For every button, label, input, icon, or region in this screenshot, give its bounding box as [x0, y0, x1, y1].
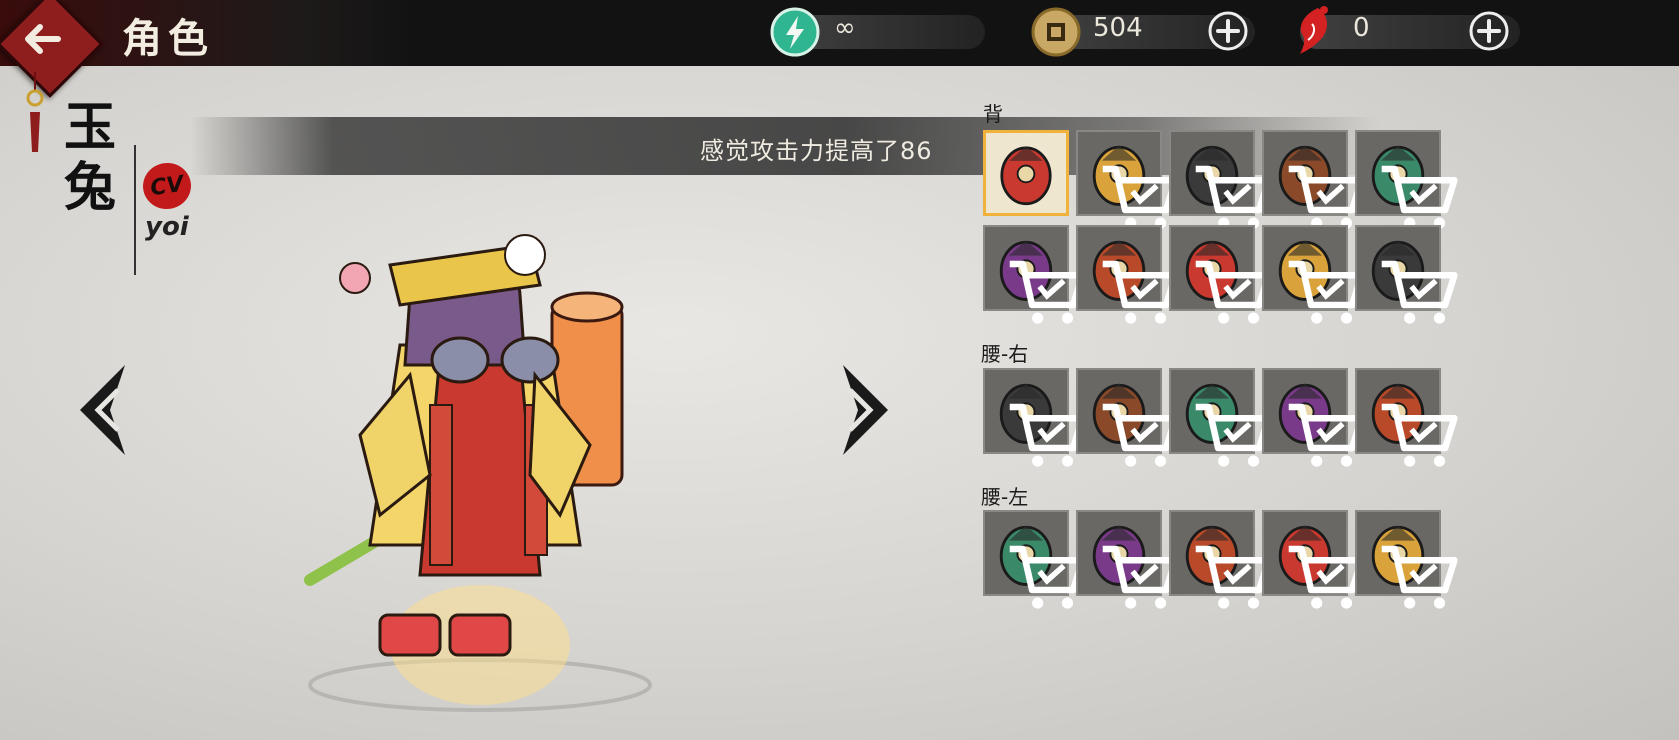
- equip-slot[interactable]: [1169, 368, 1272, 467]
- shopping-cart-icon: [1381, 260, 1458, 324]
- equip-slot[interactable]: [1076, 225, 1179, 324]
- character-name: 玉兔: [64, 97, 117, 218]
- cv-name: yoi: [145, 212, 189, 242]
- equip-slot[interactable]: [1169, 130, 1272, 229]
- equip-slot[interactable]: [983, 225, 1086, 324]
- page-title: 角色: [122, 15, 214, 62]
- section-label-waist-right: 腰-右: [981, 342, 1029, 366]
- add-red-gem-button[interactable]: [1468, 10, 1510, 52]
- tassel-ornament-icon: [26, 72, 44, 152]
- equip-slot[interactable]: [1076, 130, 1179, 229]
- equip-slot[interactable]: [983, 368, 1086, 467]
- next-character-arrow-icon[interactable]: [828, 360, 898, 460]
- energy-value: ∞: [834, 13, 856, 43]
- coin-icon: [1031, 7, 1081, 57]
- section-label-waist-left: 腰-左: [981, 485, 1029, 509]
- equip-slot[interactable]: [1355, 368, 1458, 467]
- equip-slot[interactable]: [1169, 225, 1272, 324]
- equip-slot[interactable]: [1076, 368, 1179, 467]
- lightning-icon: [770, 7, 820, 57]
- equip-slot[interactable]: [1355, 225, 1458, 324]
- equip-slot[interactable]: [1169, 510, 1272, 609]
- name-divider: [134, 145, 136, 275]
- coins-value: 504: [1093, 13, 1143, 43]
- equip-slot[interactable]: [1262, 130, 1365, 229]
- equip-slot[interactable]: [983, 510, 1086, 609]
- mouse-backpack-icon: [1000, 146, 1052, 206]
- shopping-cart-icon: [1381, 403, 1458, 467]
- cv-badge: CV: [140, 159, 194, 213]
- equip-slot[interactable]: [1355, 130, 1458, 229]
- red-feather-icon: [1300, 6, 1328, 54]
- prev-character-arrow-icon[interactable]: [70, 360, 140, 460]
- equip-slot[interactable]: [1262, 225, 1365, 324]
- notice-text: 感觉攻击力提高了86: [700, 137, 933, 165]
- equip-slot[interactable]: [1076, 510, 1179, 609]
- equip-slot[interactable]: [1355, 510, 1458, 609]
- character-portrait: [304, 234, 652, 712]
- back-arrow-icon[interactable]: [18, 13, 66, 65]
- red-gem-value: 0: [1353, 13, 1370, 43]
- shopping-cart-icon: [1381, 545, 1458, 609]
- equip-slot[interactable]: [1262, 510, 1365, 609]
- add-coins-button[interactable]: [1207, 10, 1249, 52]
- equip-slot[interactable]: [983, 130, 1069, 216]
- section-label-back: 背: [983, 102, 1003, 126]
- equip-slot[interactable]: [1262, 368, 1365, 467]
